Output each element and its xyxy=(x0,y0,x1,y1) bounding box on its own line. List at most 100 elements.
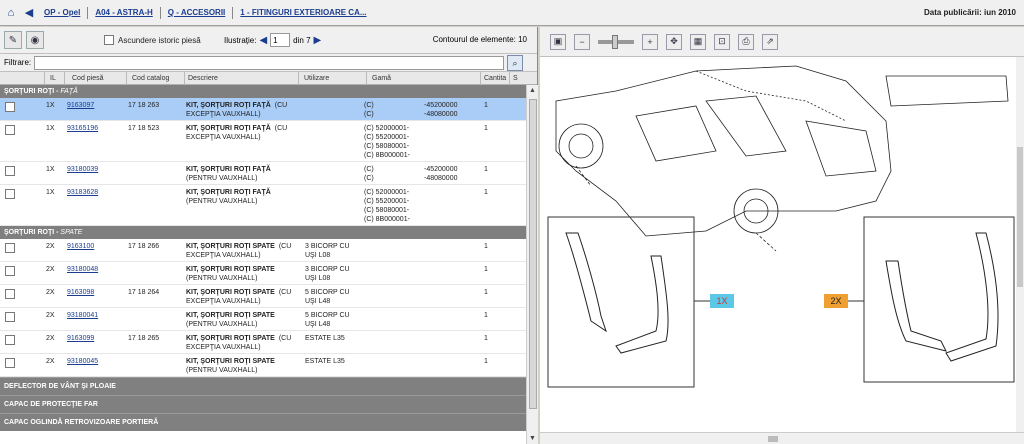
illustration-hscroll-thumb[interactable] xyxy=(768,436,778,442)
table-row[interactable]: 2X 93180048 KIT, ŞORŢURI ROŢI SPATE (PENTRU… xyxy=(0,262,526,285)
back-arrow-icon[interactable]: ◀ xyxy=(22,6,36,20)
row-part-code[interactable]: 9163100 xyxy=(67,242,94,251)
element-count: Contourul de elemente: 10 xyxy=(432,35,527,44)
zoom-out-icon[interactable]: − xyxy=(574,33,590,50)
group-header[interactable]: ŞORŢURI ROŢI - SPATE xyxy=(0,226,526,239)
row-quantity: 1 xyxy=(484,189,488,196)
table-row[interactable]: 1X 9163097 17 18 263 KIT, ŞORŢURI ROŢI FAŢĂ… xyxy=(0,98,526,121)
illustration-label: Ilustrație: xyxy=(224,35,257,45)
group-header[interactable]: ŞORŢURI ROŢI - FAŢĂ xyxy=(0,85,526,98)
row-checkbox[interactable] xyxy=(5,266,15,276)
toggle-hotspots-icon[interactable]: ▦ xyxy=(690,33,706,50)
history-checkbox[interactable] xyxy=(104,35,114,45)
history-toggle[interactable]: Ascundere istoric piesă xyxy=(104,35,201,45)
table-row[interactable]: 2X 9163099 17 18 265 KIT, ŞORŢURI ROŢI SPAT… xyxy=(0,331,526,354)
row-catalog-code: 17 18 263 xyxy=(128,102,160,109)
front-flap-drawing xyxy=(565,232,669,354)
row-description-main: KIT, ŞORŢURI ROŢI FAŢĂ xyxy=(186,102,271,109)
row-checkbox[interactable] xyxy=(5,125,15,135)
export-icon[interactable]: ⇗ xyxy=(762,33,778,50)
edit-notes-icon[interactable]: ✎ xyxy=(4,31,22,49)
col-catalog-code[interactable]: Cod catalog xyxy=(132,75,169,82)
breadcrumb-item-0[interactable]: OP - Opel xyxy=(44,8,80,17)
view-icon[interactable]: ◉ xyxy=(26,31,44,49)
scroll-thumb[interactable] xyxy=(529,99,537,409)
row-description-note: (PENTRU VAUXHALL) xyxy=(186,321,258,328)
scroll-up-icon[interactable]: ▲ xyxy=(529,87,536,94)
breadcrumb-item-2[interactable]: Q - ACCESORII xyxy=(168,8,225,17)
col-range[interactable]: Gamă xyxy=(372,75,391,82)
print-icon[interactable]: ⎙ xyxy=(738,33,754,50)
row-checkbox[interactable] xyxy=(5,312,15,322)
filter-search-icon[interactable]: ⌕ xyxy=(507,55,523,71)
row-checkbox[interactable] xyxy=(5,189,15,199)
table-row[interactable]: 2X 93180045 KIT, ŞORŢURI ROŢI SPATE (PENTRU… xyxy=(0,354,526,377)
col-separator xyxy=(184,72,185,85)
zoom-in-icon[interactable]: + xyxy=(642,33,658,50)
row-part-code[interactable]: 93180045 xyxy=(67,357,98,366)
row-part-code[interactable]: 9163099 xyxy=(67,334,94,343)
table-row[interactable]: 1X 93183628 KIT, ŞORŢURI ROŢI FAŢĂ (PENTRU … xyxy=(0,185,526,226)
fit-window-icon[interactable]: ▣ xyxy=(550,33,566,50)
row-checkbox[interactable] xyxy=(5,335,15,345)
col-quantity[interactable]: Cantita xyxy=(484,75,506,82)
row-description-note: (PENTRU VAUXHALL) xyxy=(186,198,258,205)
row-checkbox[interactable] xyxy=(5,102,15,112)
car-outline-drawing xyxy=(555,65,1009,252)
zoom-area-icon[interactable]: ⊡ xyxy=(714,33,730,50)
next-illustration-icon[interactable]: ▶ xyxy=(314,35,322,46)
pan-icon[interactable]: ✥ xyxy=(666,33,682,50)
illustration-vscroll[interactable] xyxy=(1016,57,1024,432)
row-part-code[interactable]: 93180041 xyxy=(67,311,98,320)
row-part-code[interactable]: 93180048 xyxy=(67,265,98,274)
row-part-code[interactable]: 93180039 xyxy=(67,165,98,174)
breadcrumb-separator xyxy=(232,6,234,19)
row-range: (C) 52000001- (C) 55200001- (C) 58080001- (… xyxy=(364,124,410,160)
front-callout-label: 1X xyxy=(716,296,727,306)
col-separator xyxy=(44,72,45,85)
zoom-slider[interactable] xyxy=(598,34,634,49)
row-checkbox[interactable] xyxy=(5,243,15,253)
row-part-code[interactable]: 9163098 xyxy=(67,288,94,297)
row-part-code[interactable]: 93183628 xyxy=(67,188,98,197)
group-subtitle: FAŢĂ xyxy=(60,88,78,95)
table-row[interactable]: 2X 9163100 17 18 266 KIT, ŞORŢURI ROŢI SPAT… xyxy=(0,239,526,262)
row-part-code[interactable]: 9163097 xyxy=(67,101,94,110)
row-checkbox[interactable] xyxy=(5,289,15,299)
filter-bar: Filtrare: ⌕ xyxy=(0,54,537,72)
col-usage[interactable]: Utilizare xyxy=(304,75,329,82)
filter-input[interactable] xyxy=(34,56,504,70)
table-row[interactable]: 2X 93180041 KIT, ŞORŢURI ROŢI SPATE (PENTRU… xyxy=(0,308,526,331)
table-row[interactable]: 1X 93180039 KIT, ŞORŢURI ROŢI FAŢĂ (PENTRU … xyxy=(0,162,526,185)
row-description-main: KIT, ŞORŢURI ROŢI SPATE xyxy=(186,266,275,273)
row-checkbox[interactable] xyxy=(5,358,15,368)
table-row[interactable]: 1X 93165196 17 18 523 KIT, ŞORŢURI ROŢI FAŢ… xyxy=(0,121,526,162)
col-il[interactable]: IL xyxy=(50,75,56,82)
illustration-hscroll[interactable] xyxy=(540,432,1024,444)
group-collapsed[interactable]: CAPAC OGLINDĂ RETROVIZOARE PORTIERĂ xyxy=(0,413,526,431)
table-scrollbar[interactable]: ▲ ▼ xyxy=(526,85,538,444)
row-range-line: (C) 58080001- xyxy=(364,143,410,150)
row-quantity: 1 xyxy=(484,289,488,296)
table-row[interactable]: 2X 9163098 17 18 264 KIT, ŞORŢURI ROŢI SPAT… xyxy=(0,285,526,308)
group-collapsed[interactable]: DEFLECTOR DE VÂNT ŞI PLOAIE xyxy=(0,377,526,395)
breadcrumb-item-3[interactable]: 1 - FITINGURI EXTERIOARE CA... xyxy=(240,8,366,17)
group-collapsed[interactable]: CAPAC DE PROTECŢIE FAR xyxy=(0,395,526,413)
illustration-vscroll-thumb[interactable] xyxy=(1017,147,1023,287)
col-description[interactable]: Descriere xyxy=(188,75,218,82)
scroll-down-icon[interactable]: ▼ xyxy=(529,435,536,442)
home-icon[interactable]: ⌂ xyxy=(4,6,18,20)
breadcrumb-item-1[interactable]: A04 - ASTRA-H xyxy=(95,8,152,17)
zoom-slider-knob[interactable] xyxy=(612,34,618,49)
row-description: KIT, ŞORŢURI ROŢI FAŢĂ (PENTRU VAUXHALL) xyxy=(186,165,275,183)
col-s[interactable]: S xyxy=(513,75,518,82)
row-quantity: 1 xyxy=(484,312,488,319)
illustration-input[interactable] xyxy=(270,33,291,47)
row-part-code[interactable]: 93165196 xyxy=(67,124,98,133)
col-separator xyxy=(298,72,299,85)
prev-illustration-icon[interactable]: ◀ xyxy=(259,35,267,46)
col-part-code[interactable]: Cod piesă xyxy=(72,75,104,82)
row-il: 1X xyxy=(46,102,55,109)
row-description-note: (PENTRU VAUXHALL) xyxy=(186,175,258,182)
row-checkbox[interactable] xyxy=(5,166,15,176)
